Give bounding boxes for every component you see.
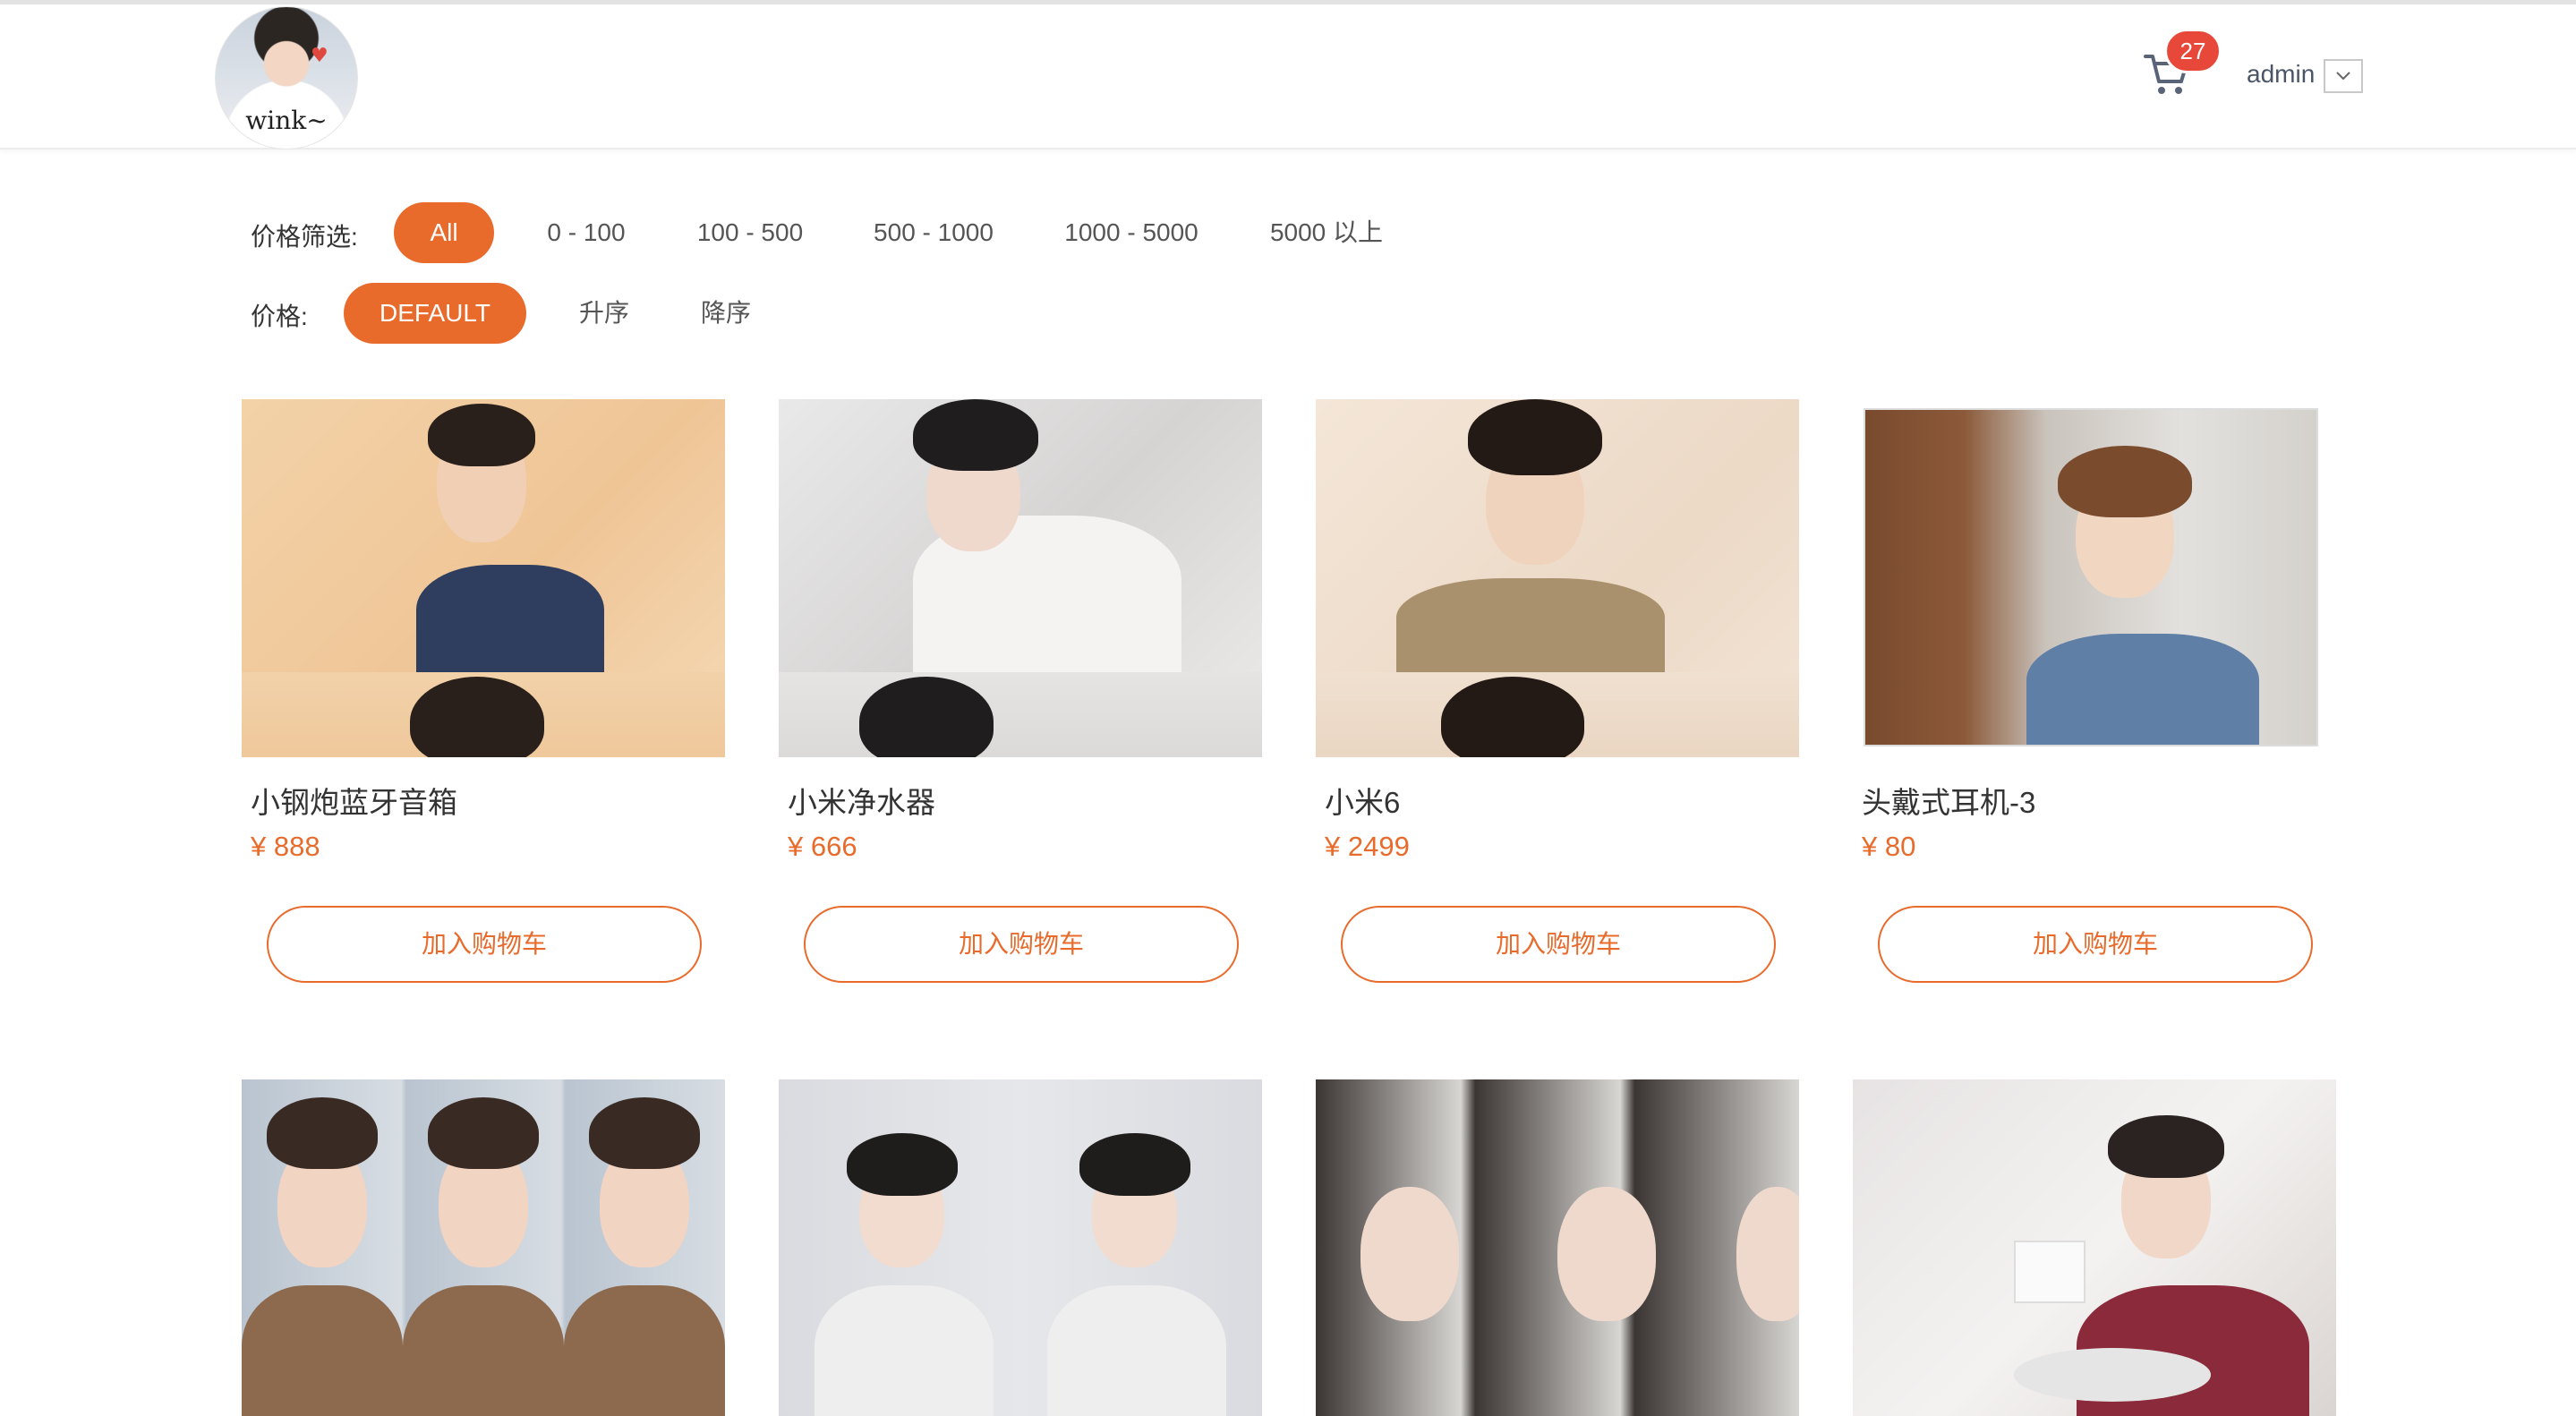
add-to-cart-button[interactable]: 加入购物车 [1341, 906, 1776, 983]
heart-icon: ♥ [311, 45, 328, 67]
product-image[interactable] [1853, 399, 2336, 757]
cart-count-badge: 27 [2164, 29, 2222, 73]
logo-text: wink~ [245, 106, 328, 135]
price-filter-500-1000[interactable]: 500 - 1000 [857, 202, 1010, 263]
product-image[interactable] [779, 1079, 1262, 1416]
product-card: 小米6 ¥ 2499 加入购物车 [1316, 399, 1799, 990]
product-name[interactable]: 小米6 [1325, 779, 1400, 822]
sort-descending[interactable]: 降序 [686, 283, 766, 344]
price-filter-label: 价格筛选: [251, 223, 358, 251]
product-price: ¥ 888 [251, 831, 320, 862]
product-image[interactable] [242, 399, 725, 757]
product-card [1316, 1079, 1799, 1416]
product-card [1853, 1079, 2336, 1416]
sort-ascending[interactable]: 升序 [564, 283, 644, 344]
sort-default[interactable]: DEFAULT [344, 283, 526, 344]
price-filter-all[interactable]: All [394, 202, 494, 263]
product-card [779, 1079, 1262, 1416]
price-filter-0-100[interactable]: 0 - 100 [528, 202, 644, 263]
product-price: ¥ 80 [1862, 831, 1916, 862]
product-image[interactable] [1316, 399, 1799, 757]
product-name[interactable]: 小米净水器 [788, 779, 935, 822]
chevron-down-icon [2336, 72, 2350, 81]
product-card [242, 1079, 725, 1416]
product-card: 小米净水器 ¥ 666 加入购物车 [779, 399, 1262, 990]
product-card: 小钢炮蓝牙音箱 ¥ 888 加入购物车 [242, 399, 725, 990]
add-to-cart-button[interactable]: 加入购物车 [1878, 906, 2313, 983]
price-filter-100-500[interactable]: 100 - 500 [680, 202, 820, 263]
add-to-cart-button[interactable]: 加入购物车 [804, 906, 1239, 983]
product-price: ¥ 666 [788, 831, 857, 862]
user-name[interactable]: admin [2247, 60, 2315, 89]
product-image[interactable] [242, 1079, 725, 1416]
site-logo[interactable]: ♥ wink~ [215, 6, 358, 149]
product-image[interactable] [779, 399, 1262, 757]
product-image[interactable] [1853, 1079, 2336, 1416]
price-filter-1000-5000[interactable]: 1000 - 5000 [1044, 202, 1219, 263]
product-name[interactable]: 头戴式耳机-3 [1862, 779, 2035, 822]
price-filter-5000-plus[interactable]: 5000 以上 [1257, 202, 1396, 263]
sort-label: 价格: [251, 303, 308, 330]
add-to-cart-button[interactable]: 加入购物车 [267, 906, 702, 983]
user-menu-dropdown[interactable] [2324, 59, 2363, 93]
product-image[interactable] [1316, 1079, 1799, 1416]
product-price: ¥ 2499 [1325, 831, 1410, 862]
product-name[interactable]: 小钢炮蓝牙音箱 [251, 779, 457, 822]
product-card: 头戴式耳机-3 ¥ 80 加入购物车 [1853, 399, 2336, 990]
